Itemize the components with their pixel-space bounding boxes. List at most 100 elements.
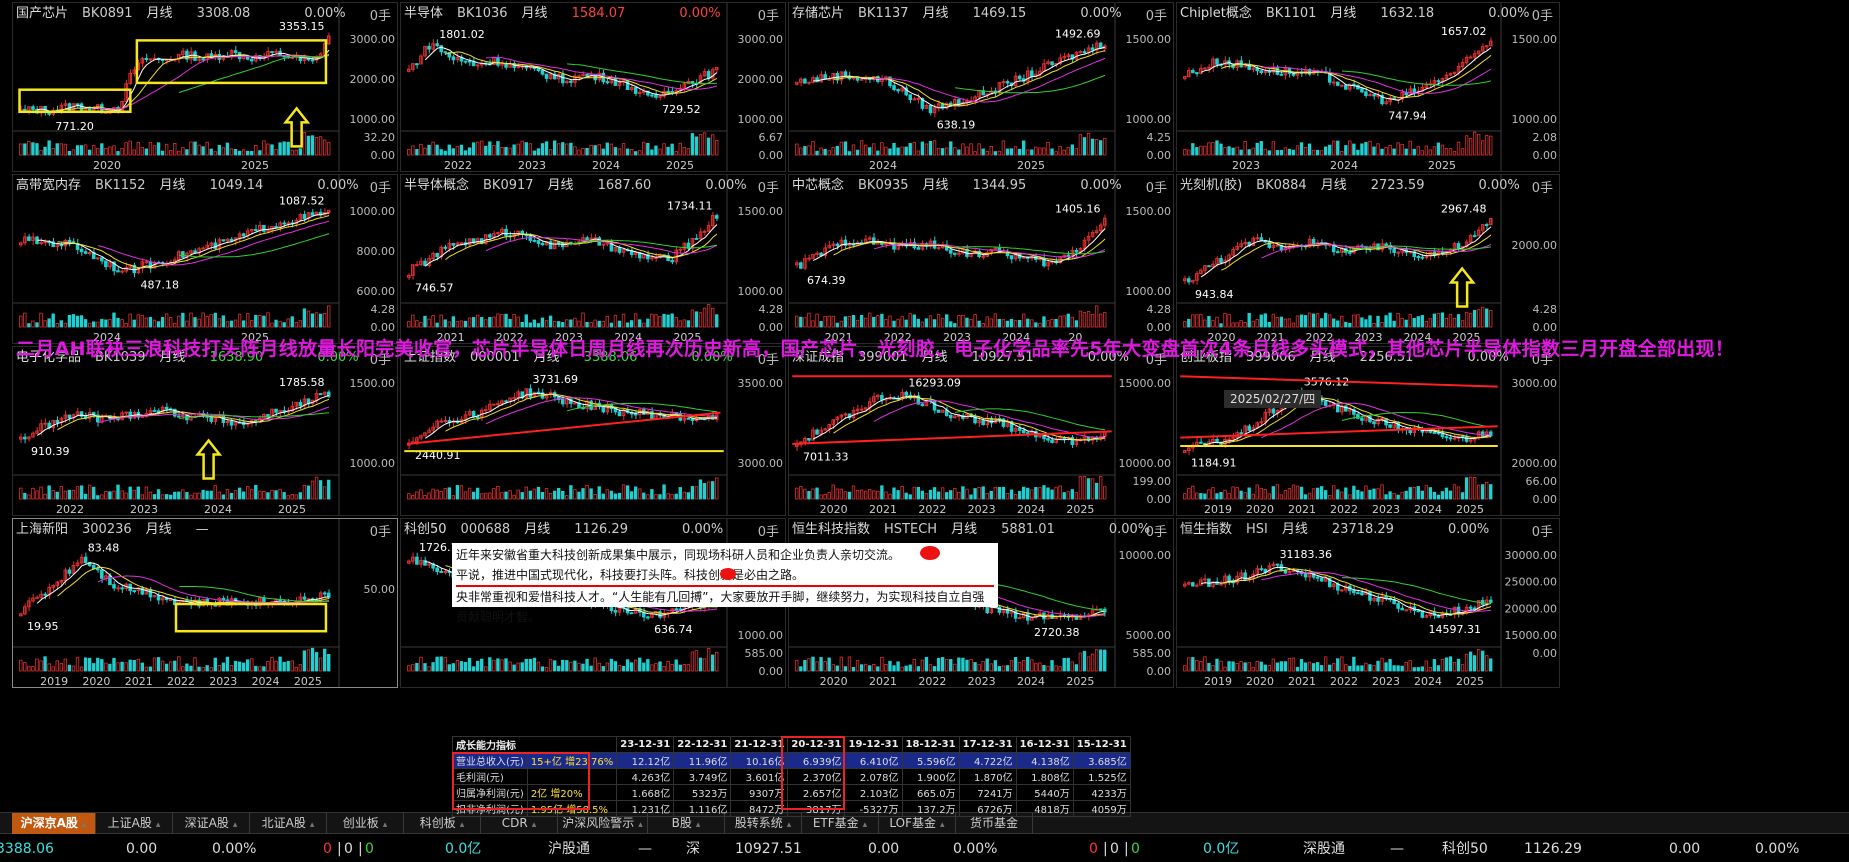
volume-bar	[314, 137, 319, 156]
tab-expand-icon[interactable]: ▴	[310, 820, 315, 830]
tab-label: 货币基金	[969, 816, 1018, 830]
volume-bar	[815, 150, 819, 156]
sz-label[interactable]: 深	[686, 836, 700, 862]
volume-bar	[1203, 493, 1207, 500]
volume-bar	[278, 321, 282, 328]
chart-panel-bk1101[interactable]: Chiplet概念 BK1101 月线 1632.18 0.00% 0手 1500.00 10…	[1176, 2, 1560, 172]
candle-body	[1335, 583, 1340, 591]
volume-bar	[1299, 659, 1304, 672]
volume-bar	[455, 660, 460, 672]
volume-bar	[540, 666, 545, 672]
volume-bar	[1420, 666, 1424, 672]
volume-bar	[969, 659, 973, 672]
chart-panel-bk0917[interactable]: 半导体概念 BK0917 月线 1687.60 0.00% 0手 1500.00 1000.0…	[400, 174, 786, 344]
tab-expand-icon[interactable]: ▴	[532, 820, 537, 830]
volume-bar	[1352, 485, 1356, 500]
chart-panel-bk1036[interactable]: 半导体 BK1036 月线 1584.07 0.00% 0手 3000.00 2000.00 1…	[400, 2, 786, 172]
volume-bar	[27, 323, 31, 328]
volume-bar	[577, 662, 581, 672]
volume-bar	[855, 490, 860, 500]
chart-panel-hsi[interactable]: 恒生指数 HSI 月线 23718.29 0.00% 0手 30000.00 25000.00…	[1176, 518, 1560, 688]
sz-sep-1: |	[1103, 841, 1108, 857]
volume-bar	[1183, 665, 1187, 672]
volume-bar	[1328, 314, 1332, 328]
volume-bar	[1464, 653, 1469, 672]
chart-panel-300236[interactable]: 上海新阳 300236 月线 —0手 50.00 2019 2020 2021 2022 2023…	[12, 518, 398, 688]
volume-bar	[666, 146, 670, 156]
volume-bar	[492, 488, 496, 500]
candle-body	[213, 242, 218, 249]
candle-body	[164, 59, 169, 62]
tab-expand-icon[interactable]: ▴	[460, 820, 465, 830]
tab-1[interactable]: 上证A股 ▴	[96, 813, 173, 834]
volume-bar	[87, 657, 92, 672]
tab-3[interactable]: 北证A股 ▴	[250, 813, 327, 834]
candle-body	[928, 104, 933, 114]
chart-panel-bk0891[interactable]: 国产芯片 BK0891 月线 3308.08 0.00% 0手 3000.00 2000.00…	[12, 2, 398, 172]
tab-expand-icon[interactable]: ▴	[696, 820, 701, 830]
tab-expand-icon[interactable]: ▴	[940, 820, 945, 830]
candle-body	[59, 244, 64, 247]
volume-bar	[1388, 144, 1392, 156]
volume-bar	[815, 661, 819, 672]
tab-2[interactable]: 深证A股 ▴	[173, 813, 250, 834]
sh-index-change: 0.00	[126, 841, 158, 857]
volume-bar	[270, 489, 274, 500]
chart-panel-bk1137[interactable]: 存储芯片 BK1137 月线 1469.15 0.00% 0手 1500.00 1000.00…	[788, 2, 1174, 172]
volume-bar	[973, 662, 977, 672]
tab-expand-icon[interactable]: ▴	[787, 820, 792, 830]
volume-bar	[173, 491, 177, 500]
volume-bar	[1332, 318, 1336, 328]
tab-expand-icon[interactable]: ▴	[82, 820, 87, 830]
tab-expand-icon[interactable]: ▴	[233, 820, 238, 830]
volume-bar	[318, 480, 323, 500]
volume-tick-label: 0.00	[759, 321, 784, 334]
volume-bar	[181, 312, 185, 328]
volume-bar	[625, 659, 630, 672]
chart-panel-bk0884[interactable]: 光刻机(胶) BK0884 月线 2723.59 0.00% 0手 2000.00 4.28 0…	[1176, 174, 1560, 344]
chart-panel-399001[interactable]: 深证成指 399001 月线 10927.51 0.00% 0手 15000.00 10000…	[788, 346, 1174, 516]
volume-bar	[1227, 146, 1231, 156]
chart-panel-bk1152[interactable]: 高带宽内存 BK1152 月线 1049.14 0.00% 0手 1000.00 800.00…	[12, 174, 398, 344]
volume-bar	[1319, 665, 1324, 672]
volume-bar	[1223, 666, 1227, 672]
hgt-label[interactable]: 沪股通	[548, 836, 590, 862]
tab-expand-icon[interactable]: ▴	[638, 820, 643, 830]
tab-4[interactable]: 创业板 ▴	[327, 813, 404, 834]
volume-bar	[1263, 664, 1267, 672]
volume-bar	[528, 490, 533, 500]
volume-bar	[552, 660, 557, 672]
y-tick-label: 25000.00	[1505, 576, 1558, 589]
chart-panel-399006[interactable]: 创业板指 399006 月线 2256.51 0.00% 0手 3000.00 2000.00…	[1176, 346, 1560, 516]
sgt-label[interactable]: 深股通	[1303, 836, 1345, 862]
volume-bar	[467, 317, 472, 328]
tab-expand-icon[interactable]: ▴	[863, 820, 868, 830]
volume-bar	[544, 320, 549, 328]
volume-bar	[1444, 317, 1449, 328]
tab-expand-icon[interactable]: ▴	[156, 820, 161, 830]
volume-bar	[973, 314, 977, 328]
panel-price: 5881.01	[1001, 522, 1055, 537]
volume-bar	[807, 312, 811, 328]
chart-panel-bk1039[interactable]: 电子化学品 BK1039 月线 1638.90 0.00% 0手 1500.00 1000.0…	[12, 346, 398, 516]
tab-expand-icon[interactable]: ▴	[383, 820, 388, 830]
kc50-label[interactable]: 科创50	[1442, 836, 1488, 862]
volume-bar	[581, 148, 585, 156]
trend-line	[407, 411, 721, 445]
panel-volume-lot: 0手	[1145, 525, 1167, 540]
volume-bar	[625, 148, 630, 156]
volume-bar	[475, 141, 480, 156]
volume-bar	[1368, 489, 1372, 500]
chart-panel-bk0935[interactable]: 中芯概念 BK0935 月线 1344.95 0.00% 0手 1500.00 1000.00…	[788, 174, 1174, 344]
candle-body	[666, 90, 670, 93]
volume-bar	[1404, 148, 1408, 156]
volume-tick-label: 0.00	[1533, 493, 1558, 506]
volume-bar	[221, 315, 226, 328]
chart-panel-000001[interactable]: 上证指数 000001 月线 3388.06 0.00% 0手 3500.00 3000.00…	[400, 346, 786, 516]
tab-0[interactable]: 沪深京A股 ▴	[12, 813, 96, 834]
volume-bar	[1038, 147, 1042, 156]
volume-bar	[43, 656, 47, 672]
volume-bar	[213, 312, 217, 328]
volume-tick-label: 4.28	[1533, 303, 1558, 316]
volume-bar	[1235, 662, 1239, 672]
